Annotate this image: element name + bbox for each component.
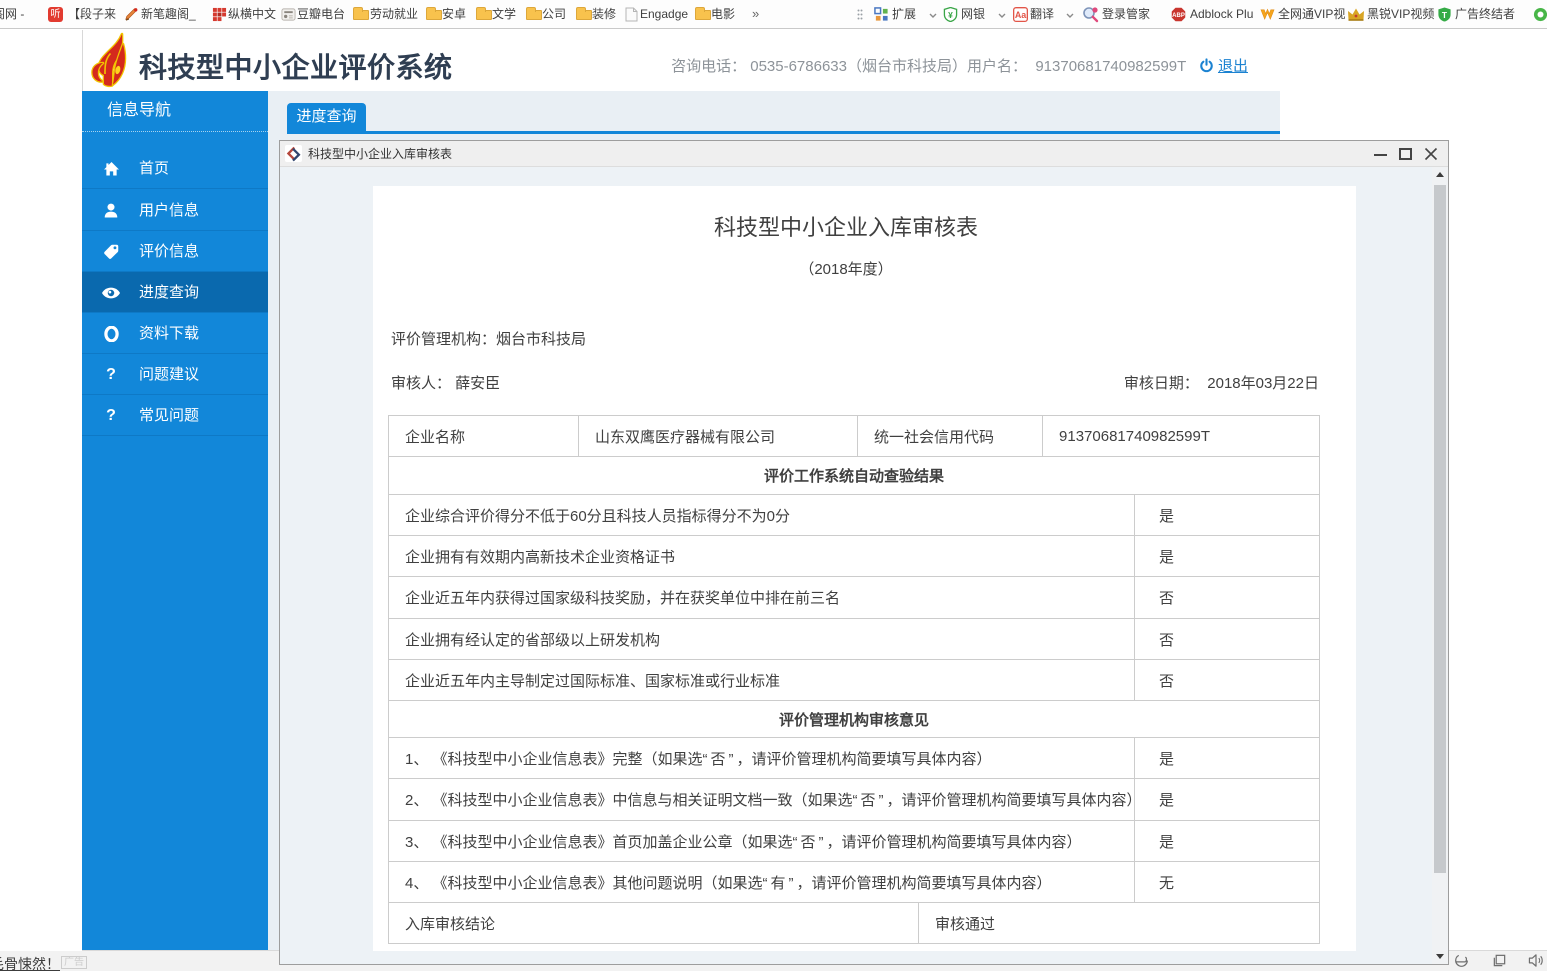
svg-text:ABP: ABP — [1172, 13, 1185, 19]
svg-text:T: T — [1442, 10, 1448, 20]
svg-text:¥: ¥ — [948, 10, 953, 20]
svg-text:Aa: Aa — [1015, 10, 1026, 20]
